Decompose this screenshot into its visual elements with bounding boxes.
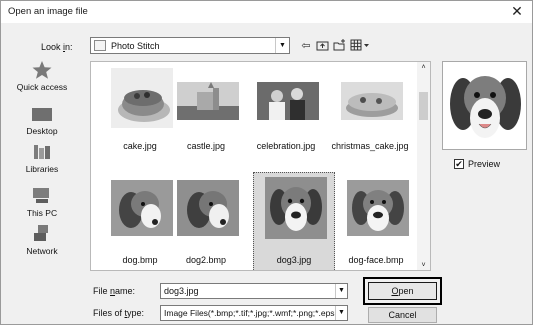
preview-image — [443, 62, 526, 149]
computer-icon — [33, 188, 49, 203]
up-folder-icon[interactable] — [315, 39, 329, 53]
file-type-label: Files of type: — [93, 308, 144, 318]
new-folder-icon[interactable] — [332, 39, 346, 53]
file-name: dog3.jpg — [276, 255, 312, 265]
dog3-thumbnail — [265, 177, 327, 239]
place-label: Desktop — [26, 126, 58, 136]
file-name: dog2.bmp — [185, 255, 227, 265]
place-network[interactable]: Network — [11, 225, 73, 263]
file-type-label-pre: Files of — [93, 308, 125, 318]
close-button[interactable]: ✕ — [502, 1, 532, 23]
new-folder-icon-graphic — [333, 39, 345, 51]
file-name-label-pre: File — [93, 286, 111, 296]
window-title: Open an image file — [8, 6, 88, 17]
look-in-label-post: n: — [65, 42, 73, 52]
look-in-value: Photo Stitch — [111, 41, 160, 51]
network-icon — [34, 225, 48, 241]
look-in-label: Look in: — [41, 42, 73, 52]
scrollbar-thumb[interactable] — [419, 92, 428, 120]
libraries-icon — [34, 145, 50, 159]
place-this-pc[interactable]: This PC — [11, 187, 73, 225]
file-list-scrollbar[interactable]: ˄ ˅ — [417, 62, 430, 270]
place-desktop[interactable]: Desktop — [11, 105, 73, 143]
file-type-value: Image Files(*.bmp;*.tif;*.jpg;*.wmf;*.pn… — [164, 308, 347, 318]
file-type-label-post: ype: — [127, 308, 145, 318]
look-in-dropdown[interactable]: Photo Stitch ▼ — [90, 37, 290, 54]
desktop-icon — [32, 108, 52, 121]
christmas-cake-thumbnail — [341, 82, 403, 120]
place-label: Libraries — [25, 164, 59, 174]
back-icon[interactable]: ⇦ — [299, 39, 313, 53]
file-name: christmas_cake.jpg — [331, 141, 409, 151]
file-name-value: dog3.jpg — [164, 286, 199, 296]
chevron-down-icon[interactable]: ▼ — [335, 284, 347, 298]
file-name: castle.jpg — [186, 141, 226, 151]
chevron-down-icon[interactable]: ▼ — [275, 38, 289, 53]
preview-checkbox[interactable]: ✔ — [454, 159, 464, 169]
chevron-down-icon[interactable]: ▼ — [335, 306, 347, 320]
place-quick-access[interactable]: Quick access — [11, 61, 73, 99]
dog-thumbnail — [111, 180, 173, 236]
scroll-down-icon[interactable]: ˅ — [417, 262, 430, 269]
file-name-input[interactable]: dog3.jpg ▼ — [160, 283, 348, 299]
file-name-label: File name: — [93, 286, 135, 296]
open-button[interactable]: Open — [368, 282, 437, 300]
cake-thumbnail — [111, 68, 173, 128]
place-libraries[interactable]: Libraries — [11, 143, 73, 181]
castle-thumbnail — [177, 82, 239, 120]
places-bar: Quick access Desktop Libraries This PC N… — [11, 61, 73, 271]
dog2-thumbnail — [177, 180, 239, 236]
file-name: celebration.jpg — [256, 141, 316, 151]
celebration-thumbnail — [257, 82, 319, 120]
preview-label: Preview — [468, 159, 501, 169]
up-folder-icon-graphic — [316, 41, 328, 51]
place-label: This PC — [26, 208, 58, 218]
star-icon — [32, 61, 52, 79]
view-menu-icon[interactable] — [349, 39, 371, 53]
file-name-label-post: ame: — [115, 286, 136, 296]
file-list[interactable]: cake.jpg castle.jpg celebration.jpg chri… — [90, 61, 431, 271]
view-menu-icon-graphic — [350, 39, 369, 51]
cancel-button[interactable]: Cancel — [368, 307, 437, 323]
file-name: dog-face.bmp — [348, 255, 404, 265]
scroll-up-icon[interactable]: ˄ — [417, 64, 430, 71]
folder-icon — [94, 40, 106, 51]
title-bar: Open an image file ✕ — [1, 1, 532, 23]
look-in-label-pre: Look — [41, 42, 64, 52]
file-type-select[interactable]: Image Files(*.bmp;*.tif;*.jpg;*.wmf;*.pn… — [160, 305, 348, 321]
place-label: Network — [26, 246, 58, 256]
dog-face-thumbnail — [347, 180, 409, 236]
place-label: Quick access — [16, 82, 68, 92]
open-file-dialog: Open an image file ✕ Look in: Photo Stit… — [0, 0, 533, 325]
preview-pane — [442, 61, 527, 150]
open-button-label: pen — [398, 286, 414, 296]
